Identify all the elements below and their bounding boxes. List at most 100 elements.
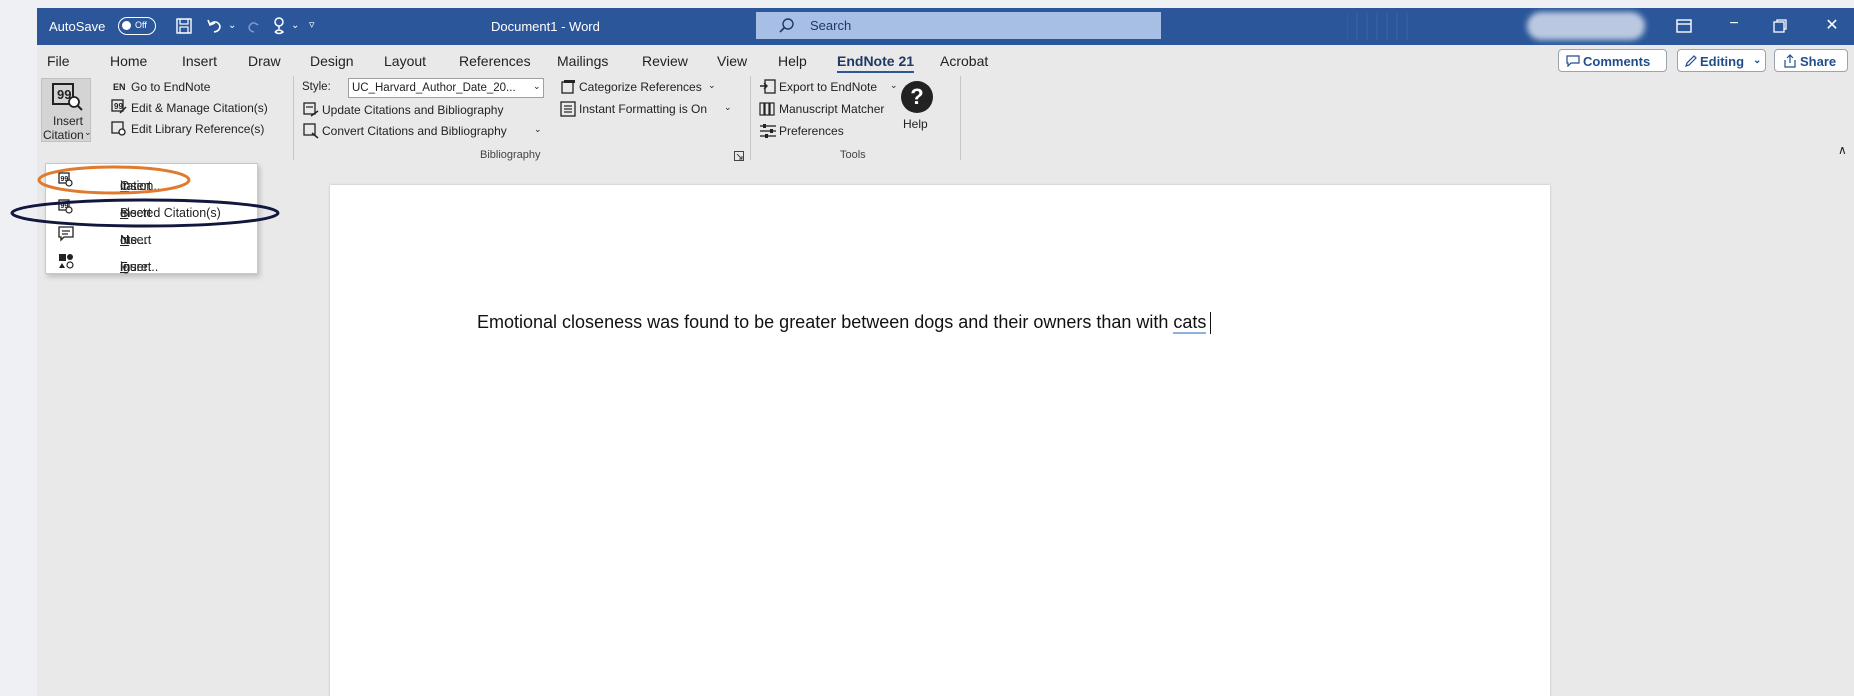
editing-button[interactable]: Editing ⌄: [1677, 49, 1766, 72]
manuscript-matcher-button[interactable]: Manuscript Matcher: [779, 102, 884, 116]
search-placeholder: Search: [810, 18, 852, 33]
bibliography-dialog-launcher-icon[interactable]: [734, 151, 744, 161]
autosave-label: AutoSave: [49, 19, 106, 34]
close-icon[interactable]: ✕: [1817, 15, 1847, 37]
go-to-endnote-button[interactable]: Go to EndNote: [131, 80, 210, 94]
tab-draw[interactable]: Draw: [248, 53, 281, 69]
go-to-endnote-icon: EN: [113, 82, 126, 92]
export-to-endnote-icon: [760, 79, 776, 94]
help-icon[interactable]: ?: [901, 81, 933, 113]
convert-citations-icon: [303, 123, 319, 139]
word-window: AutoSave Off ⌄ ⌄ ▿ Document1 - Word Sear…: [37, 8, 1854, 696]
document-page[interactable]: Emotional closeness was found to be grea…: [330, 185, 1550, 696]
edit-library-reference-icon: [111, 121, 126, 136]
update-citations-button[interactable]: Update Citations and Bibliography: [322, 103, 503, 117]
quick-access-chevron-icon[interactable]: ⌄: [291, 20, 299, 31]
tab-references[interactable]: References: [459, 53, 531, 69]
comment-icon: [1566, 55, 1580, 67]
insert-citation-label-line1: Insert: [53, 114, 84, 128]
tab-review[interactable]: Review: [642, 53, 688, 69]
style-value: UC_Harvard_Author_Date_20...: [352, 82, 516, 94]
tab-mailings[interactable]: Mailings: [557, 53, 608, 69]
convert-citations-chevron-icon[interactable]: ⌄: [534, 124, 542, 135]
endnote-ribbon: 99 Insert Citation ⌄ EN Go to EndNote 99…: [37, 73, 1854, 163]
share-icon: [1784, 54, 1796, 68]
document-area: Emotional closeness was found to be grea…: [37, 163, 1854, 696]
bibliography-group-label: Bibliography: [480, 149, 541, 161]
categorize-references-button[interactable]: Categorize References: [579, 80, 702, 94]
search-box[interactable]: Search: [756, 12, 1161, 39]
tools-group-label: Tools: [840, 149, 866, 161]
categorize-chevron-icon: ⌄: [708, 80, 716, 90]
edit-manage-citations-button[interactable]: Edit & Manage Citation(s): [131, 101, 268, 115]
tab-home[interactable]: Home: [110, 53, 147, 69]
tab-design[interactable]: Design: [310, 53, 354, 69]
selected-word: cats: [1173, 312, 1207, 334]
preferences-button[interactable]: Preferences: [779, 124, 844, 138]
edit-library-reference-button[interactable]: Edit Library Reference(s): [131, 122, 264, 136]
group-separator: [293, 76, 294, 160]
comments-button[interactable]: Comments: [1558, 49, 1667, 72]
menu-bar: File Home Insert Draw Design Layout Refe…: [37, 45, 1854, 74]
insert-citation-label-line2: Citation: [43, 128, 84, 142]
instant-formatting-icon: [560, 101, 576, 117]
export-chevron-icon: ⌄: [890, 80, 898, 90]
text-cursor: [1210, 312, 1212, 335]
tab-file[interactable]: File: [47, 53, 70, 69]
collapse-ribbon-icon[interactable]: ∧: [1838, 143, 1847, 157]
save-icon[interactable]: [175, 17, 193, 35]
paragraph-text: Emotional closeness was found to be grea…: [477, 312, 1174, 332]
document-title: Document1 - Word: [491, 19, 600, 34]
insert-citation-icon: 99: [52, 83, 83, 111]
style-label: Style:: [302, 81, 331, 93]
tab-insert[interactable]: Insert: [182, 53, 217, 69]
menu-item-insert-note[interactable]: Insert Note...: [46, 221, 257, 248]
menu-item-insert-figure[interactable]: Insert Figure...: [46, 248, 257, 275]
autosave-toggle[interactable]: Off: [118, 17, 156, 35]
manuscript-matcher-icon: [759, 102, 775, 116]
group-separator: [960, 76, 961, 160]
tab-acrobat[interactable]: Acrobat: [940, 53, 988, 69]
insert-citation-menu: 99 Insert Citation... 99 Insert Selected…: [45, 163, 258, 274]
instant-formatting-button[interactable]: Instant Formatting is On: [579, 102, 707, 116]
menu-item-insert-citation[interactable]: 99 Insert Citation...: [46, 167, 257, 194]
export-to-endnote-button[interactable]: Export to EndNote: [779, 80, 877, 94]
tab-view[interactable]: View: [717, 53, 747, 69]
ribbon-display-icon[interactable]: [1676, 19, 1692, 33]
menu-item-insert-selected-citations[interactable]: 99 Insert Selected Citation(s): [46, 194, 257, 221]
toggle-knob: [122, 21, 131, 30]
style-select[interactable]: UC_Harvard_Author_Date_20... ⌄: [348, 78, 544, 98]
comments-label: Comments: [1583, 54, 1651, 69]
editing-chevron-icon: ⌄: [1753, 55, 1762, 66]
document-paragraph[interactable]: Emotional closeness was found to be grea…: [477, 312, 1212, 335]
autosave-state: Off: [135, 20, 147, 30]
customize-toolbar-icon[interactable]: ▿: [309, 18, 315, 31]
preferences-icon: [760, 124, 776, 138]
editing-label: Editing: [1700, 54, 1745, 69]
pencil-icon: [1685, 55, 1697, 67]
insert-citation-chevron-icon: ⌄: [84, 127, 92, 137]
format-painter-icon[interactable]: [270, 16, 288, 36]
minimize-icon[interactable]: −: [1719, 15, 1749, 37]
search-icon: [779, 18, 794, 33]
share-button[interactable]: Share: [1774, 49, 1848, 72]
account-avatar[interactable]: [1527, 12, 1645, 40]
convert-citations-button[interactable]: Convert Citations and Bibliography: [322, 124, 507, 138]
insert-figure-icon: [59, 254, 74, 269]
help-button-label: Help: [903, 117, 928, 131]
tab-endnote[interactable]: EndNote 21: [837, 53, 915, 74]
tab-layout[interactable]: Layout: [384, 53, 426, 69]
tab-help[interactable]: Help: [778, 53, 807, 69]
undo-dropdown-chevron-icon[interactable]: ⌄: [228, 20, 236, 31]
categorize-references-icon: [561, 80, 575, 94]
undo-icon[interactable]: [205, 16, 225, 36]
insert-citation-button[interactable]: 99 Insert Citation ⌄: [41, 78, 92, 142]
restore-icon[interactable]: [1773, 19, 1787, 33]
instant-formatting-chevron-icon: ⌄: [724, 102, 732, 112]
insert-selected-citations-icon: 99: [58, 199, 73, 214]
svg-text:99: 99: [114, 102, 123, 111]
edit-manage-citations-icon: 99: [111, 99, 127, 114]
insert-citation-icon: 99: [58, 172, 73, 187]
group-separator: [750, 76, 751, 160]
style-dropdown-chevron-icon: ⌄: [533, 81, 541, 91]
